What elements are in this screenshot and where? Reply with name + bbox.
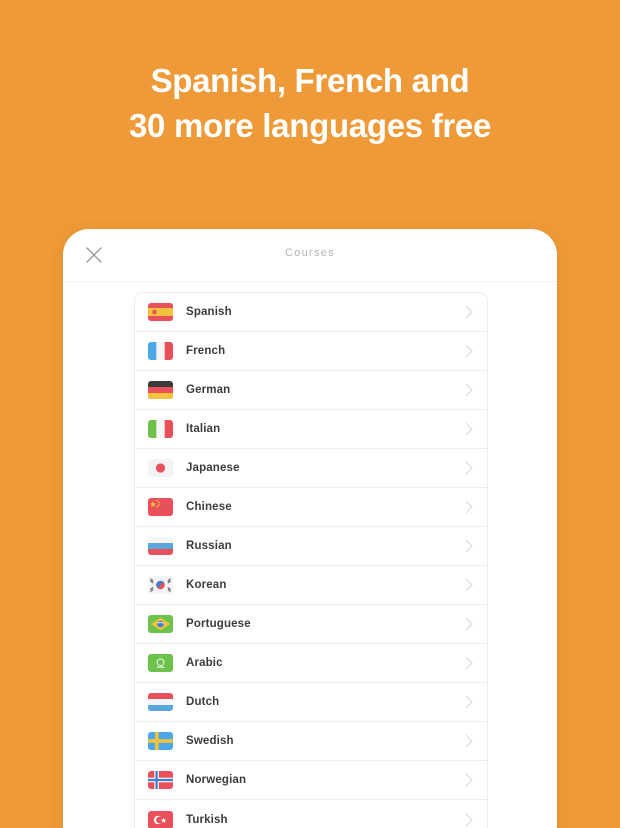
flag-saudi-arabia-icon — [148, 654, 173, 672]
chevron-right-icon[interactable] — [465, 695, 474, 709]
flag-france-icon — [148, 342, 173, 360]
flag-germany-icon — [148, 381, 173, 399]
flag-norway-icon — [148, 771, 173, 789]
chevron-right-icon[interactable] — [465, 539, 474, 553]
course-row[interactable]: Portuguese — [135, 605, 487, 644]
chevron-right-icon[interactable] — [465, 383, 474, 397]
chevron-right-icon[interactable] — [465, 500, 474, 514]
course-row[interactable]: Swedish — [135, 722, 487, 761]
course-row[interactable]: Arabic — [135, 644, 487, 683]
course-name: Spanish — [186, 306, 232, 318]
course-row[interactable]: Chinese — [135, 488, 487, 527]
course-name: Korean — [186, 579, 227, 591]
headline-line-2: 30 more languages free — [128, 107, 492, 144]
course-row[interactable]: Norwegian — [135, 761, 487, 800]
course-name: Italian — [186, 423, 221, 435]
flag-turkey-icon — [148, 810, 173, 828]
course-name: Arabic — [186, 657, 223, 669]
nav-bar: Courses — [63, 229, 557, 282]
course-name: Turkish — [186, 813, 228, 826]
course-row[interactable]: Russian — [135, 527, 487, 566]
chevron-right-icon[interactable] — [465, 344, 474, 358]
nav-title: Courses — [284, 247, 336, 259]
app-screen-card: Courses Spanish French German Italian Japane… — [63, 229, 557, 828]
promo-screenshot: Spanish, French and 30 more languages fr… — [0, 0, 620, 828]
flag-south-korea-icon — [148, 576, 173, 594]
flag-china-icon — [148, 498, 173, 516]
chevron-right-icon[interactable] — [465, 734, 474, 748]
course-name: Norwegian — [186, 774, 247, 786]
chevron-right-icon[interactable] — [465, 656, 474, 670]
course-row[interactable]: Turkish — [135, 800, 487, 828]
course-row[interactable]: Dutch — [135, 683, 487, 722]
chevron-right-icon[interactable] — [465, 305, 474, 319]
chevron-right-icon[interactable] — [465, 461, 474, 475]
flag-italy-icon — [148, 420, 173, 438]
flag-spain-icon — [148, 303, 173, 321]
flag-japan-icon — [148, 459, 173, 477]
course-name: Swedish — [186, 735, 234, 747]
course-name: French — [186, 345, 226, 357]
course-name: Russian — [186, 540, 232, 552]
course-row[interactable]: Spanish — [135, 293, 487, 332]
flag-sweden-icon — [148, 732, 173, 750]
chevron-right-icon[interactable] — [465, 773, 474, 787]
chevron-right-icon[interactable] — [465, 578, 474, 592]
course-row[interactable]: Japanese — [135, 449, 487, 488]
course-name: Japanese — [186, 462, 240, 474]
flag-netherlands-icon — [148, 693, 173, 711]
flag-russia-icon — [148, 537, 173, 555]
flag-brazil-icon — [148, 615, 173, 633]
course-name: Portuguese — [186, 618, 251, 630]
promo-headline: Spanish, French and 30 more languages fr… — [0, 58, 620, 148]
course-name: Dutch — [186, 696, 220, 708]
course-name: Chinese — [186, 501, 232, 513]
headline-line-1: Spanish, French and — [150, 62, 470, 99]
chevron-right-icon[interactable] — [465, 422, 474, 436]
chevron-right-icon[interactable] — [465, 813, 474, 827]
course-row[interactable]: Italian — [135, 410, 487, 449]
course-name: German — [186, 384, 231, 396]
course-row[interactable]: German — [135, 371, 487, 410]
chevron-right-icon[interactable] — [465, 617, 474, 631]
course-row[interactable]: French — [135, 332, 487, 371]
course-list: Spanish French German Italian Japanese Chines… — [134, 292, 488, 828]
course-row[interactable]: Korean — [135, 566, 487, 605]
